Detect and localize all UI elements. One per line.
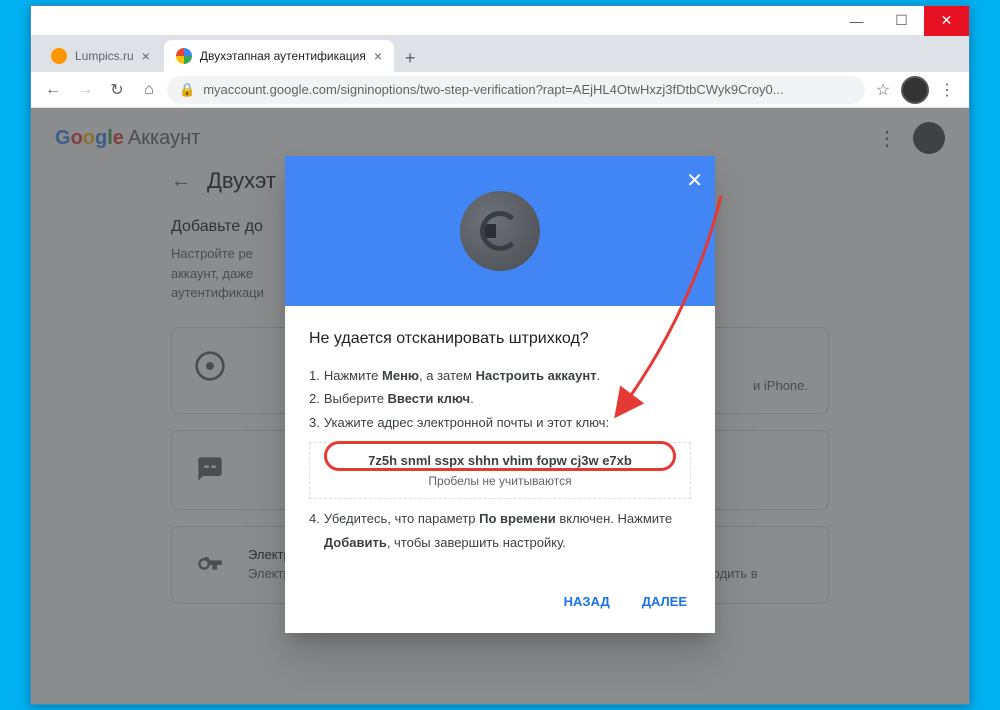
lock-icon: 🔒 xyxy=(179,82,195,98)
instructions-list: 1.Нажмите Меню, а затем Настроить аккаун… xyxy=(309,364,691,434)
dialog-title: Не удается отсканировать штрихкод? xyxy=(309,330,691,348)
nav-reload-button[interactable]: ↻ xyxy=(103,76,131,104)
back-button[interactable]: Назад xyxy=(552,586,622,617)
url-text: myaccount.google.com/signinoptions/two-s… xyxy=(203,82,783,97)
tab-label: Двухэтапная аутентификация xyxy=(200,49,366,63)
nav-forward-button[interactable]: → xyxy=(71,76,99,104)
nav-home-button[interactable]: ⌂ xyxy=(135,76,163,104)
tab-two-step[interactable]: Двухэтапная аутентификация × xyxy=(164,40,394,72)
key-note: Пробелы не учитываются xyxy=(320,474,680,488)
secret-key-text[interactable]: 7z5h snml sspx shhn vhim fopw cj3w e7xb xyxy=(320,453,680,468)
url-input[interactable]: 🔒 myaccount.google.com/signinoptions/two… xyxy=(167,76,865,104)
window-close-button[interactable]: ✕ xyxy=(924,6,969,36)
window-titlebar: — ☐ ✕ xyxy=(31,6,969,36)
nav-back-button[interactable]: ← xyxy=(39,76,67,104)
cant-scan-dialog: ✕ Не удается отсканировать штрихкод? 1.Н… xyxy=(285,156,715,633)
tab-lumpics[interactable]: Lumpics.ru × xyxy=(39,40,162,72)
google-favicon xyxy=(176,48,192,64)
profile-avatar[interactable] xyxy=(901,76,929,104)
tab-label: Lumpics.ru xyxy=(75,49,134,63)
bookmark-button[interactable]: ☆ xyxy=(869,76,897,104)
new-tab-button[interactable]: + xyxy=(396,44,424,72)
window-maximize-button[interactable]: ☐ xyxy=(879,6,924,36)
authenticator-app-icon xyxy=(460,191,540,271)
dialog-close-button[interactable]: ✕ xyxy=(686,168,703,193)
close-icon[interactable]: × xyxy=(142,48,150,64)
lumpics-favicon xyxy=(51,48,67,64)
tab-bar: Lumpics.ru × Двухэтапная аутентификация … xyxy=(31,36,969,72)
browser-window: — ☐ ✕ Lumpics.ru × Двухэтапная аутентифи… xyxy=(30,5,970,705)
dialog-body: Не удается отсканировать штрихкод? 1.Наж… xyxy=(285,306,715,578)
close-icon[interactable]: × xyxy=(374,48,382,64)
secret-key-box: 7z5h snml sspx shhn vhim fopw cj3w e7xb … xyxy=(309,442,691,499)
dialog-footer: Назад Далее xyxy=(285,578,715,633)
address-bar: ← → ↻ ⌂ 🔒 myaccount.google.com/signinopt… xyxy=(31,72,969,108)
dialog-header: ✕ xyxy=(285,156,715,306)
browser-menu-button[interactable]: ⋮ xyxy=(933,76,961,104)
window-minimize-button[interactable]: — xyxy=(834,6,879,36)
next-button[interactable]: Далее xyxy=(630,586,699,617)
